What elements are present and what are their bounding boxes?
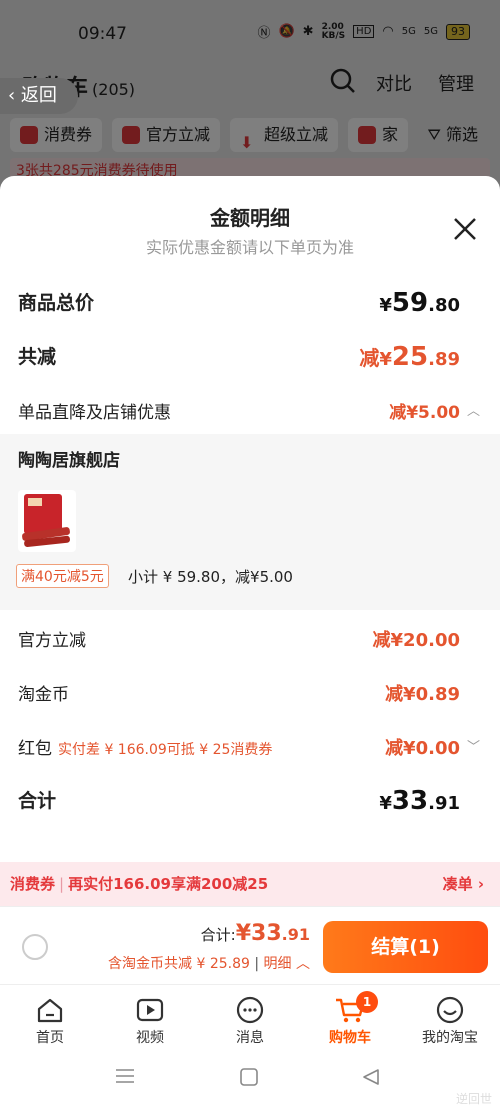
- close-icon[interactable]: [450, 214, 480, 244]
- tab-home[interactable]: 首页: [0, 985, 100, 1050]
- coins-label: 淘金币: [18, 685, 69, 705]
- coupon-tag: 消费券: [10, 875, 56, 893]
- chevron-down-icon: ﹀: [466, 740, 480, 755]
- redpack-note: 实付差 ¥ 166.09可抵 ¥ 25消费券: [58, 742, 273, 758]
- bottom-tabbar: 首页 视频 消息 购物车 1 我的淘宝: [0, 984, 500, 1050]
- coins-value: 减¥0.89: [385, 684, 460, 705]
- tab-video[interactable]: 视频: [100, 985, 200, 1050]
- back-button[interactable]: ‹ 返回: [0, 78, 78, 114]
- sheet-subtitle: 实际优惠金额请以下单页为准: [145, 238, 354, 257]
- message-icon: [236, 996, 264, 1024]
- chevron-up-icon: ︿: [466, 404, 480, 419]
- menu-nav-icon[interactable]: [116, 1068, 134, 1088]
- single-discount-label: 单品直降及店铺优惠: [18, 403, 171, 423]
- profile-icon: [436, 996, 464, 1024]
- checkout-button[interactable]: 结算(1): [323, 921, 488, 973]
- chevron-up-icon: ︿: [296, 956, 310, 972]
- sheet-title: 金额明细: [210, 206, 290, 230]
- promo-tag: 满40元减5元: [16, 564, 109, 588]
- redpack-label: 红包 实付差 ¥ 166.09可抵 ¥ 25消费券: [18, 739, 273, 759]
- back-nav-icon[interactable]: [362, 1068, 380, 1090]
- detail-link[interactable]: 明细: [264, 956, 292, 972]
- single-discount-value: 减¥5.00: [389, 403, 460, 423]
- checkout-bar: 合计:¥33.91 含淘金币共减 ¥ 25.89 | 明细 ︿ 结算(1): [0, 906, 500, 984]
- home-icon: [37, 998, 63, 1023]
- official-label: 官方立减: [18, 631, 86, 651]
- product-thumbnail[interactable]: [18, 490, 76, 552]
- store-subtotal: 小计 ¥ 59.80，减¥5.00: [128, 568, 293, 586]
- redpack-value: 减¥0.00: [385, 738, 460, 759]
- checkout-sub[interactable]: 含淘金币共减 ¥ 25.89 | 明细 ︿: [108, 953, 310, 973]
- watermark: 逆回世: [455, 1092, 492, 1106]
- tab-cart[interactable]: 购物车 1: [300, 985, 400, 1050]
- video-icon: [136, 998, 164, 1022]
- goods-total-value: ¥59.80: [379, 288, 460, 318]
- coupon-bar[interactable]: 消费券 | 再实付166.09享满200减25 凑单 ›: [0, 862, 500, 906]
- total-reduce-value: 减¥25.89: [359, 342, 460, 372]
- goods-total-label: 商品总价: [18, 292, 95, 314]
- cart-badge: 1: [356, 991, 378, 1013]
- store-section: 陶陶居旗舰店 满40元减5元 小计 ¥ 59.80，减¥5.00: [0, 434, 500, 610]
- checkout-total: 合计:¥33.91: [200, 921, 310, 946]
- home-nav-icon[interactable]: [240, 1068, 258, 1090]
- total-reduce-label: 共减: [18, 346, 57, 368]
- coupon-message: 再实付166.09享满200减25: [68, 875, 269, 893]
- total-value: ¥33.91: [379, 786, 460, 816]
- select-all-checkbox[interactable]: [22, 934, 48, 960]
- total-label: 合计: [18, 790, 57, 812]
- tab-profile[interactable]: 我的淘宝: [400, 985, 500, 1050]
- product-image: [22, 494, 70, 547]
- store-name: 陶陶居旗舰店: [18, 451, 120, 471]
- system-nav: 逆回世: [0, 1050, 500, 1111]
- tab-message[interactable]: 消息: [200, 985, 300, 1050]
- amount-detail-sheet: 金额明细 实际优惠金额请以下单页为准 商品总价 ¥59.80 共减 减¥25.8…: [0, 176, 500, 1111]
- official-value: 减¥20.00: [372, 630, 460, 651]
- add-items-button[interactable]: 凑单 ›: [443, 862, 484, 906]
